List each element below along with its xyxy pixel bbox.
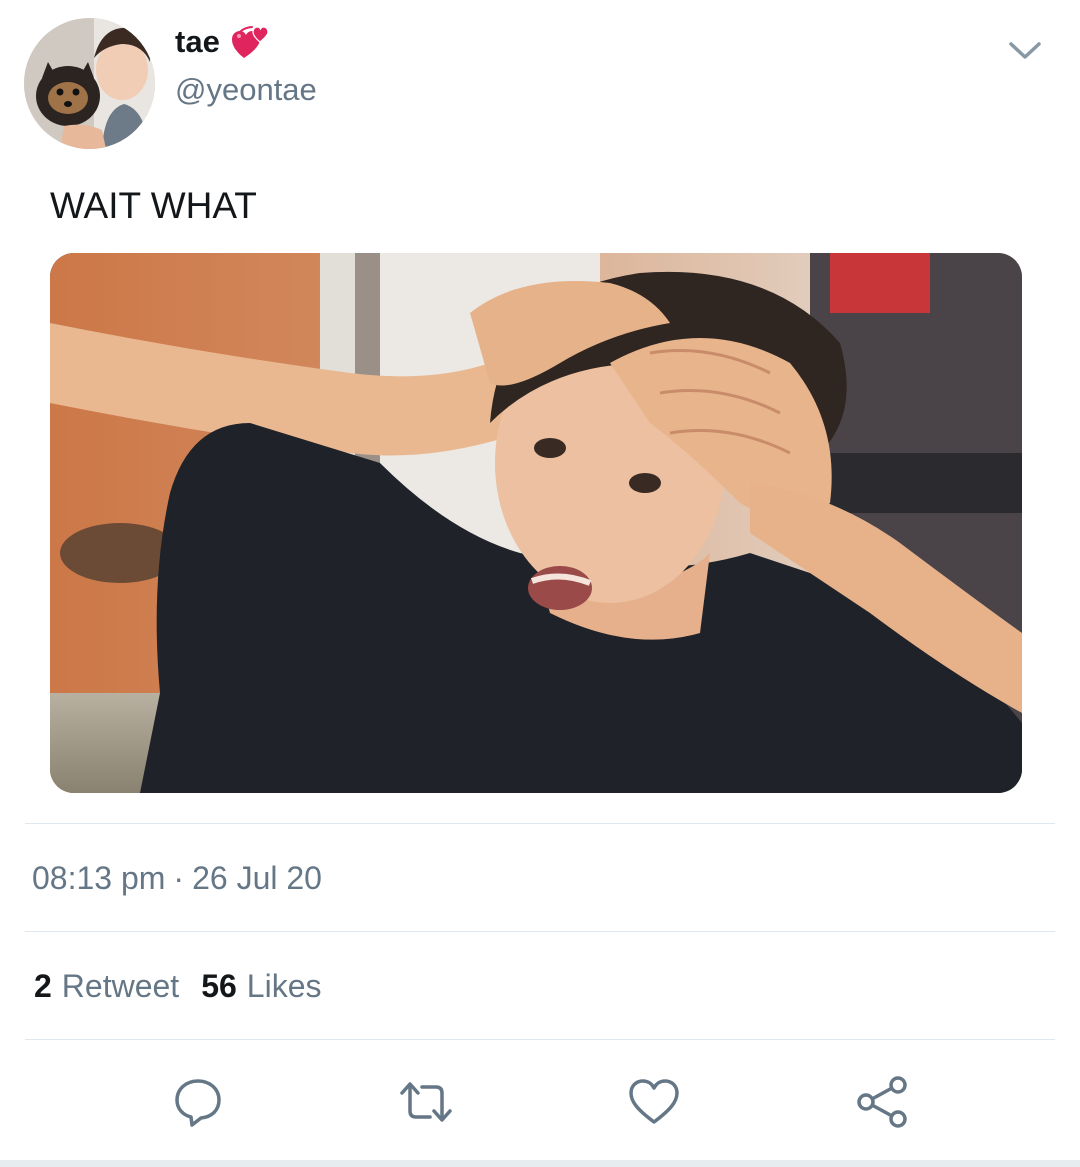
divider (25, 823, 1055, 824)
tweet-text: WAIT WHAT (50, 185, 257, 226)
retweet-icon (400, 1082, 452, 1122)
avatar-photo (24, 18, 155, 149)
display-name[interactable]: tae (175, 24, 270, 60)
reply-icon (175, 1079, 221, 1127)
tweet-actions (0, 1072, 1080, 1132)
likes-count: 56 (201, 968, 237, 1004)
heart-icon (629, 1079, 679, 1124)
chevron-down-icon[interactable] (1005, 36, 1045, 64)
retweet-stat[interactable]: 2 Retweet (34, 968, 179, 1005)
timestamp-separator: · (173, 860, 185, 896)
display-name-text: tae (175, 24, 220, 59)
retweet-button[interactable] (396, 1072, 456, 1132)
share-icon (857, 1076, 907, 1128)
divider (25, 931, 1055, 932)
reply-button[interactable] (168, 1072, 228, 1132)
likes-stat[interactable]: 56 Likes (201, 968, 321, 1005)
retweet-label: Retweet (61, 968, 180, 1004)
avatar[interactable] (24, 18, 155, 149)
retweet-count: 2 (34, 968, 52, 1004)
tweet-time: 08:13 pm (32, 860, 166, 896)
tweet-photo (50, 253, 1022, 793)
likes-label: Likes (246, 968, 322, 1004)
user-handle[interactable]: @yeontae (175, 72, 317, 108)
tweet-timestamp[interactable]: 08:13 pm · 26 Jul 20 (32, 860, 322, 897)
tweet-stats: 2 Retweet 56 Likes (34, 968, 343, 1005)
bottom-separator (0, 1160, 1080, 1167)
like-button[interactable] (624, 1072, 684, 1132)
divider (25, 1039, 1055, 1040)
tweet-media[interactable] (50, 253, 1022, 793)
tweet-date: 26 Jul 20 (192, 860, 322, 896)
revolving-hearts-icon (230, 24, 270, 60)
share-button[interactable] (852, 1072, 912, 1132)
